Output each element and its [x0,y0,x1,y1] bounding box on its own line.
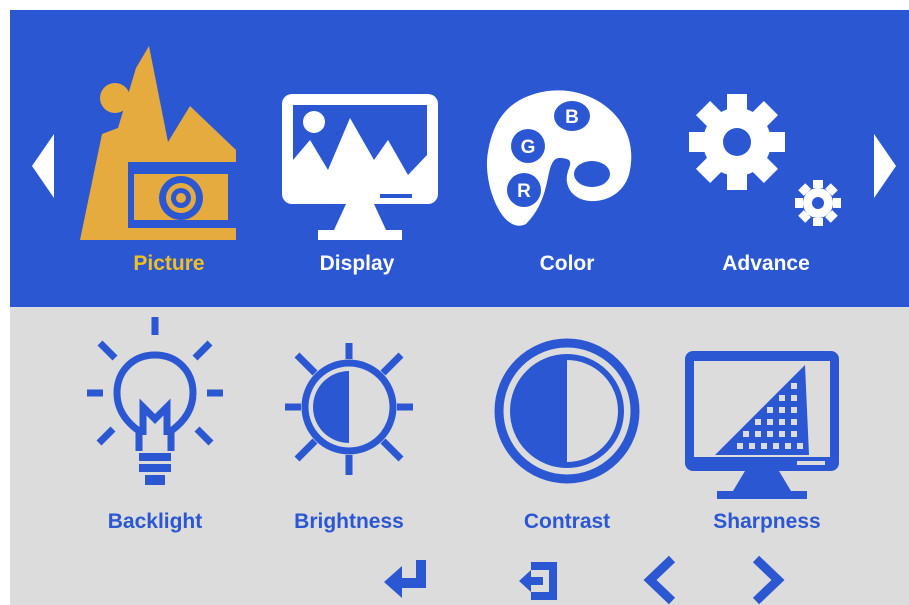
color-palette-icon: B G R [486,90,632,226]
enter-icon[interactable] [382,558,432,604]
submenu-item-sharpness[interactable]: Sharpness [677,307,857,547]
tab-color[interactable]: B G R Color [472,10,662,307]
submenu-item-sharpness-label: Sharpness [713,510,821,533]
submenu-item-contrast-label: Contrast [523,510,611,533]
submenu-item-backlight[interactable]: Backlight [65,307,245,547]
tab-advance[interactable]: Advance [671,10,861,307]
main-menu-bar: Picture Display B G R Color Advance [10,10,909,307]
triangle-left-icon[interactable] [32,134,56,198]
submenu-item-brightness[interactable]: Brightness [259,307,439,547]
lightbulb-icon [87,317,223,485]
submenu-panel: Backlight Brightness Contrast Sharpness [10,307,909,605]
picture-icon [80,46,236,240]
palette-letter-b: B [565,107,579,128]
chevron-right-icon[interactable] [748,555,788,605]
contrast-icon [494,338,640,484]
chevron-left-icon[interactable] [640,555,680,605]
tab-picture[interactable]: Picture [74,10,264,307]
tab-color-label: Color [539,252,595,275]
sharpness-icon [685,351,839,499]
tab-picture-label: Picture [133,252,205,275]
palette-letter-g: G [521,137,536,158]
sun-icon [285,343,413,475]
gear-icon [689,94,841,226]
triangle-right-icon[interactable] [872,134,896,198]
tab-advance-label: Advance [722,252,810,275]
display-icon [282,94,438,240]
submenu-item-contrast[interactable]: Contrast [477,307,657,547]
tab-display-label: Display [319,252,395,275]
submenu-item-brightness-label: Brightness [294,510,404,533]
exit-icon[interactable] [517,558,567,604]
osd-menu: Picture Display B G R Color Advance Back… [10,10,909,605]
tab-display[interactable]: Display [262,10,452,307]
submenu-item-backlight-label: Backlight [107,510,203,533]
palette-letter-r: R [517,181,531,202]
